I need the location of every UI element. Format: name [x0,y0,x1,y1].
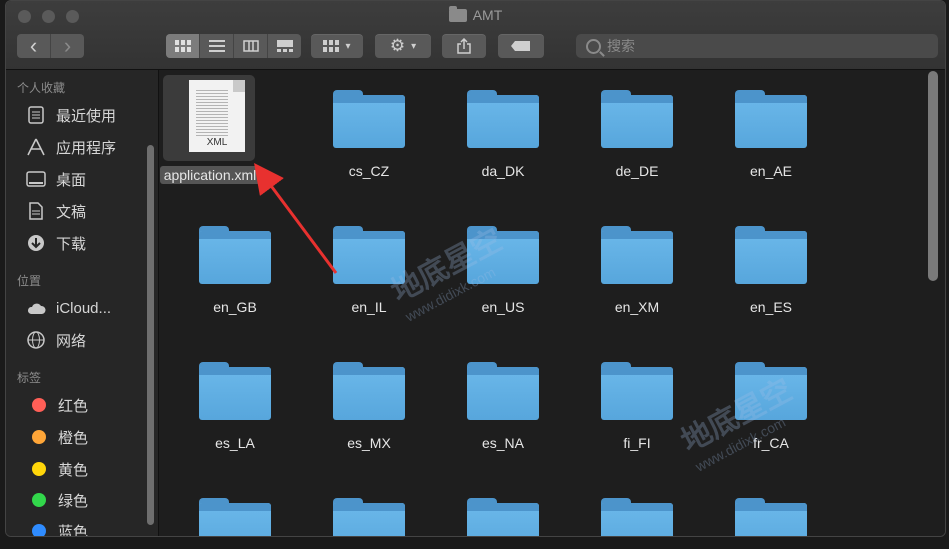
finder-window: AMT ‹ › ▾ ⚙ ▾ 搜索 个人收藏 最近使用 应用程序 桌面 文稿 下载… [5,0,946,537]
annotation-arrow-icon [254,162,338,274]
